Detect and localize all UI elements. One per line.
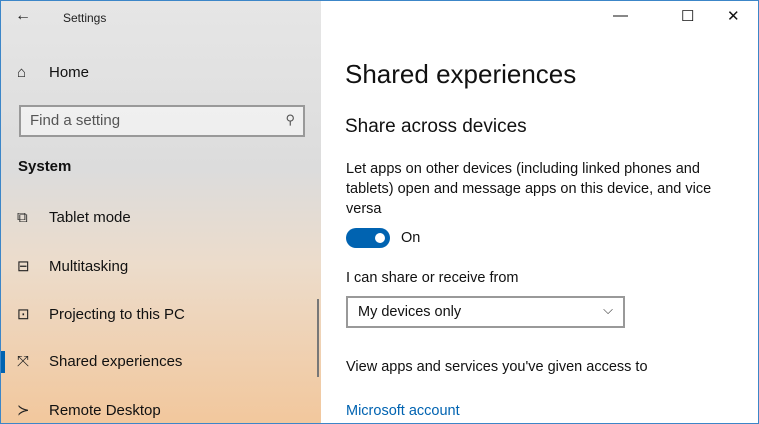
page-title: Shared experiences — [345, 59, 577, 89]
sidebar-item-projecting[interactable]: ⊡ Projecting to this PC — [17, 305, 185, 324]
dropdown-value: My devices only — [358, 304, 462, 320]
nav-home[interactable]: ⌂ Home — [17, 64, 89, 81]
back-arrow-icon[interactable]: ← — [15, 7, 31, 25]
selection-indicator — [1, 351, 5, 373]
microsoft-account-link[interactable]: Microsoft account — [346, 403, 460, 419]
sidebar-scrollbar[interactable] — [317, 299, 319, 377]
share-dropdown[interactable]: My devices only ⌵ — [346, 296, 625, 328]
minimize-button[interactable]: — — [613, 7, 628, 24]
sidebar-item-label: Multitasking — [49, 257, 129, 275]
search-input[interactable]: Find a setting ⚲ — [19, 105, 305, 137]
share-label: I can share or receive from — [346, 270, 519, 286]
settings-window: ← Settings ⌂ Home Find a setting ⚲ System … — [0, 0, 759, 424]
tablet-icon: ⧉ — [17, 209, 28, 226]
sidebar-item-shared-experiences[interactable]: ⤧ Shared experiences — [17, 353, 182, 370]
sidebar: ← Settings ⌂ Home Find a setting ⚲ System … — [1, 1, 321, 423]
sidebar-item-label: Shared experiences — [49, 353, 183, 370]
toggle-state: On — [401, 230, 421, 246]
sidebar-item-remote-desktop[interactable]: ≻ Remote Desktop — [17, 401, 161, 420]
chevron-down-icon: ⌵ — [603, 302, 613, 317]
shared-experiences-icon: ⤧ — [17, 353, 30, 370]
share-description: Let apps on other devices (including lin… — [346, 161, 712, 217]
maximize-button[interactable]: ☐ — [681, 7, 694, 25]
close-button[interactable]: ✕ — [727, 7, 740, 25]
home-icon: ⌂ — [17, 64, 27, 81]
sidebar-item-multitasking[interactable]: ⊟ Multitasking — [17, 257, 129, 276]
section-title: Share across devices — [345, 116, 527, 137]
search-icon: ⚲ — [285, 112, 295, 127]
sidebar-item-label: Tablet mode — [49, 209, 131, 226]
remote-desktop-icon: ≻ — [17, 402, 30, 419]
sidebar-item-tablet-mode[interactable]: ⧉ Tablet mode — [17, 209, 131, 226]
multitasking-icon: ⊟ — [17, 258, 30, 275]
access-label: View apps and services you've given acce… — [346, 359, 648, 375]
content-pane: — ☐ ✕ Shared experiences Share across de… — [321, 1, 758, 423]
projecting-icon: ⊡ — [17, 306, 30, 323]
share-toggle[interactable] — [346, 228, 390, 248]
search-placeholder: Find a setting — [30, 112, 121, 129]
window-title: Settings — [63, 11, 107, 25]
sidebar-item-label: Projecting to this PC — [49, 305, 185, 323]
section-heading: System — [18, 158, 72, 175]
sidebar-item-label: Remote Desktop — [49, 401, 161, 419]
nav-home-label: Home — [49, 64, 90, 81]
